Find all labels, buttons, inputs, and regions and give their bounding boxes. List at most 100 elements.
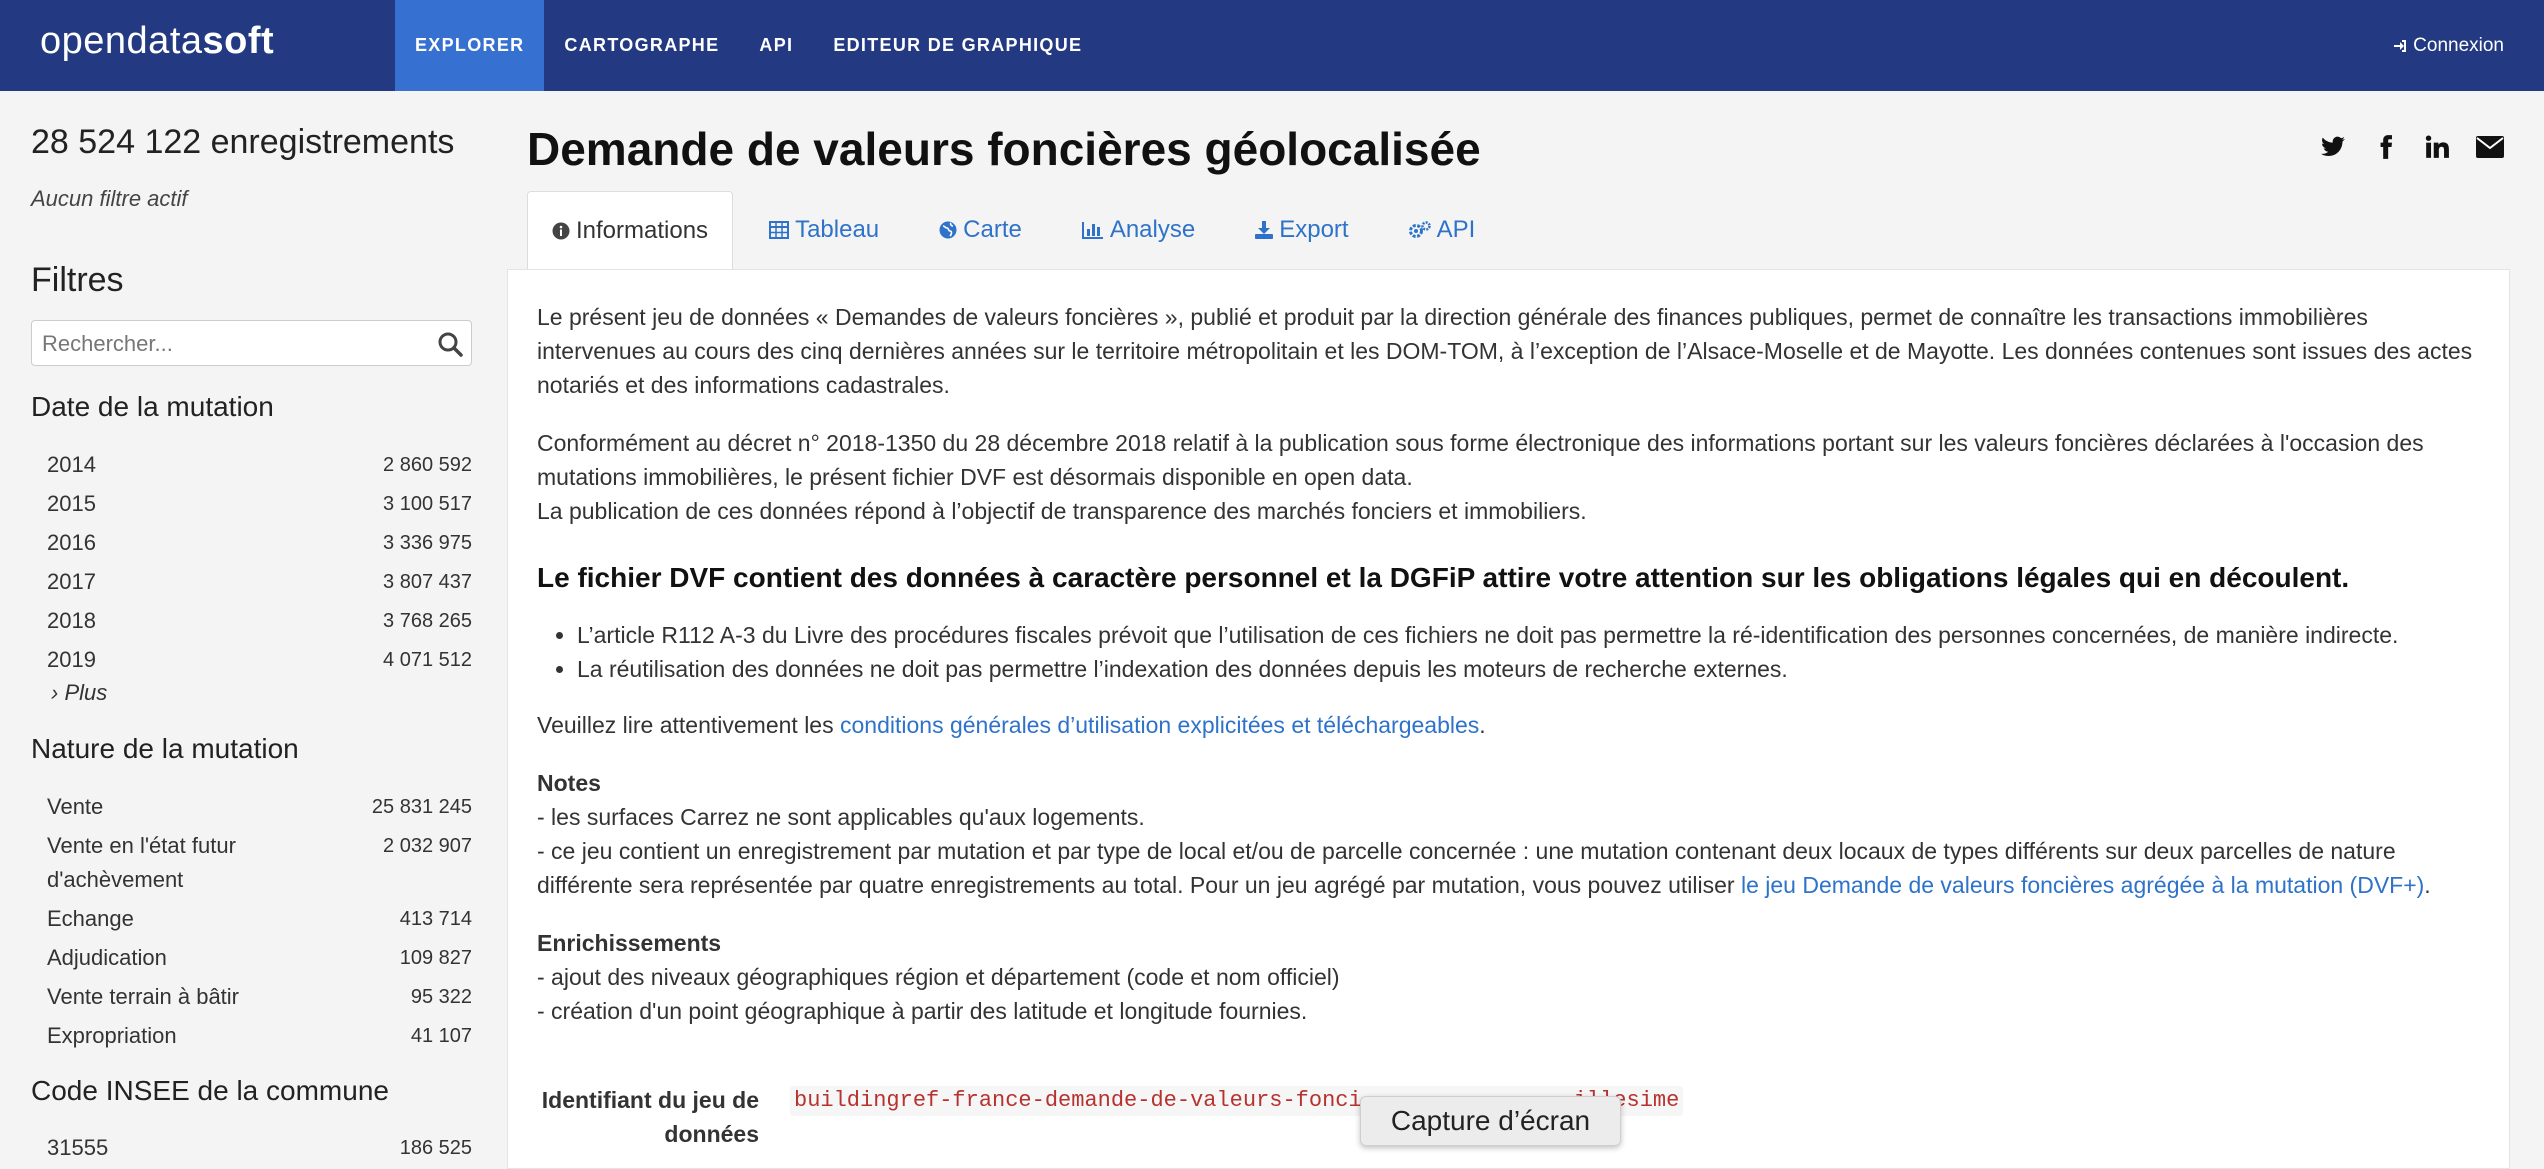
notes-suffix: . bbox=[2424, 872, 2431, 898]
list-item: L’article R112 A-3 du Livre des procédur… bbox=[577, 618, 2477, 652]
download-icon bbox=[1255, 221, 1274, 239]
login-link[interactable]: Connexion bbox=[2393, 0, 2504, 91]
facet-item-label: Vente bbox=[47, 794, 104, 819]
paragraph-text: Le présent jeu de données « Demandes de … bbox=[537, 304, 2473, 398]
facet-item-count: 2 032 907 bbox=[383, 835, 472, 857]
terms-link[interactable]: conditions générales d’utilisation expli… bbox=[840, 712, 1479, 738]
enrichments-section: Enrichissements - ajout des niveaux géog… bbox=[537, 926, 2477, 1028]
notes-heading: Notes bbox=[537, 770, 601, 796]
nav-api[interactable]: API bbox=[739, 0, 813, 91]
description-paragraph-1: Le présent jeu de données « Demandes de … bbox=[537, 300, 2477, 402]
envelope-icon[interactable] bbox=[2476, 134, 2504, 160]
table-icon bbox=[769, 221, 790, 239]
opendatasoft-logo[interactable]: opendatasoft bbox=[40, 20, 274, 63]
notes-section: Notes - les surfaces Carrez ne sont appl… bbox=[537, 766, 2477, 902]
tab-tableau[interactable]: Tableau bbox=[745, 191, 903, 269]
facebook-icon[interactable] bbox=[2373, 134, 2399, 160]
twitter-icon[interactable] bbox=[2320, 134, 2346, 160]
tab-analyse[interactable]: Analyse bbox=[1058, 191, 1219, 269]
filter-search-input[interactable] bbox=[40, 329, 424, 359]
facet-item-count: 4 071 512 bbox=[383, 649, 472, 671]
cogs-icon bbox=[1408, 221, 1431, 238]
facet-item-count: 95 322 bbox=[410, 986, 472, 1008]
filters-sidebar: 28 524 122 enregistrements Aucun filtre … bbox=[31, 91, 474, 1160]
globe-icon bbox=[939, 221, 957, 239]
facet-item-count: 3 807 437 bbox=[383, 571, 472, 593]
warning-heading: Le fichier DVF contient des données à ca… bbox=[537, 562, 2350, 593]
nav-explorer[interactable]: EXPLORER bbox=[395, 0, 545, 91]
notes-line: - ce jeu contient un enregistrement par … bbox=[537, 834, 2477, 902]
facet-item-count: 3 336 975 bbox=[383, 532, 472, 554]
filter-search-box bbox=[31, 320, 472, 366]
dataset-id-text: buildingref-france-demande-de-valeurs-fo… bbox=[794, 1088, 1362, 1113]
facet-item-label: Vente en l'état futur d'achèvement bbox=[47, 833, 236, 892]
enrichments-line: - ajout des niveaux géographiques région… bbox=[537, 964, 1340, 990]
facet-title-nature-mutation[interactable]: Nature de la mutation bbox=[31, 733, 299, 765]
tab-label: Analyse bbox=[1109, 216, 1196, 243]
description-paragraph-2: Conformément au décret n° 2018-1350 du 2… bbox=[537, 426, 2477, 528]
facet-item-label: 2014 bbox=[47, 452, 96, 477]
dvf-plus-link[interactable]: le jeu Demande de valeurs foncières agré… bbox=[1741, 872, 2424, 898]
tab-label: Export bbox=[1279, 216, 1349, 243]
paragraph-text: Conformément au décret n° 2018-1350 du 2… bbox=[537, 430, 2424, 490]
personal-data-warning: Le fichier DVF contient des données à ca… bbox=[537, 561, 2477, 595]
facet-item-label: 2019 bbox=[47, 647, 96, 672]
facet-item-label: 2016 bbox=[47, 530, 96, 555]
tab-api[interactable]: API bbox=[1385, 191, 1500, 269]
facet-item-label: Echange bbox=[47, 906, 134, 931]
warning-list: L’article R112 A-3 du Livre des procédur… bbox=[537, 618, 2477, 686]
facet-item-count: 186 525 bbox=[399, 1137, 472, 1159]
enrichments-line: - création d'un point géographique à par… bbox=[537, 998, 1308, 1024]
nav-cartographe[interactable]: CARTOGRAPHE bbox=[544, 0, 739, 91]
tab-label: Informations bbox=[576, 217, 709, 244]
search-icon[interactable] bbox=[437, 331, 463, 357]
main-nav: EXPLORER CARTOGRAPHE API EDITEUR DE GRAP… bbox=[395, 0, 1102, 91]
enrichments-heading: Enrichissements bbox=[537, 930, 722, 956]
bar-chart-icon bbox=[1081, 222, 1103, 239]
info-circle-icon bbox=[552, 222, 570, 240]
tab-export[interactable]: Export bbox=[1231, 191, 1372, 269]
terms-suffix: . bbox=[1479, 712, 1486, 738]
facet-item-count: 109 827 bbox=[399, 947, 472, 969]
screenshot-tooltip: Capture d’écran bbox=[1360, 1096, 1621, 1146]
linkedin-icon[interactable] bbox=[2424, 134, 2450, 160]
paragraph-text: La publication de ces données répond à l… bbox=[537, 498, 1587, 524]
login-label: Connexion bbox=[2413, 35, 2504, 56]
terms-paragraph: Veuillez lire attentivement les conditio… bbox=[537, 708, 2477, 742]
facet-item-count: 3 768 265 bbox=[383, 610, 472, 632]
facet-item-label: Vente terrain à bâtir bbox=[47, 984, 240, 1009]
list-item: La réutilisation des données ne doit pas… bbox=[577, 652, 2477, 686]
tab-label: Carte bbox=[963, 216, 1022, 243]
facet-title-date-mutation[interactable]: Date de la mutation bbox=[31, 391, 274, 423]
facet-item-label: Adjudication bbox=[47, 945, 167, 970]
record-count: 28 524 122 enregistrements bbox=[31, 123, 455, 161]
facet-item-count: 41 107 bbox=[410, 1025, 472, 1047]
facet-item-count: 413 714 bbox=[399, 908, 472, 930]
sign-in-icon bbox=[2394, 40, 2407, 52]
facet-title-code-insee[interactable]: Code INSEE de la commune bbox=[31, 1075, 389, 1107]
filters-title: Filtres bbox=[31, 261, 124, 299]
tab-carte[interactable]: Carte bbox=[915, 191, 1046, 269]
no-active-filter: Aucun filtre actif bbox=[31, 186, 188, 211]
facet-item-label: 2017 bbox=[47, 569, 96, 594]
facet-item-label: 2015 bbox=[47, 491, 96, 516]
tab-label: Tableau bbox=[795, 216, 880, 243]
facet-more-label: Plus bbox=[64, 680, 108, 705]
dataset-id-label: Identifiant du jeu de données bbox=[541, 1087, 759, 1147]
tab-label: API bbox=[1436, 216, 1476, 243]
notes-line: - les surfaces Carrez ne sont applicable… bbox=[537, 804, 1145, 830]
top-navbar: opendatasoft EXPLORER CARTOGRAPHE API ED… bbox=[0, 0, 2544, 91]
chevron-right-icon: › bbox=[51, 680, 59, 705]
facet-more-link[interactable]: › Plus bbox=[51, 680, 107, 706]
page-title: Demande de valeurs foncières géolocalisé… bbox=[527, 123, 1481, 175]
terms-prefix: Veuillez lire attentivement les bbox=[537, 712, 840, 738]
facet-item-count: 25 831 245 bbox=[371, 796, 472, 818]
facet-item-label: 31555 bbox=[47, 1135, 109, 1160]
facet-item-count: 3 100 517 bbox=[383, 493, 472, 515]
facet-item-label: 2018 bbox=[47, 608, 96, 633]
facet-item-count: 2 860 592 bbox=[383, 454, 472, 476]
nav-editeur-graphique[interactable]: EDITEUR DE GRAPHIQUE bbox=[813, 0, 1102, 91]
dataset-tabs: Informations Tableau Carte Analyse Expor… bbox=[527, 191, 1511, 271]
tab-informations[interactable]: Informations bbox=[527, 191, 734, 271]
facet-item-label: Expropriation bbox=[47, 1023, 177, 1048]
